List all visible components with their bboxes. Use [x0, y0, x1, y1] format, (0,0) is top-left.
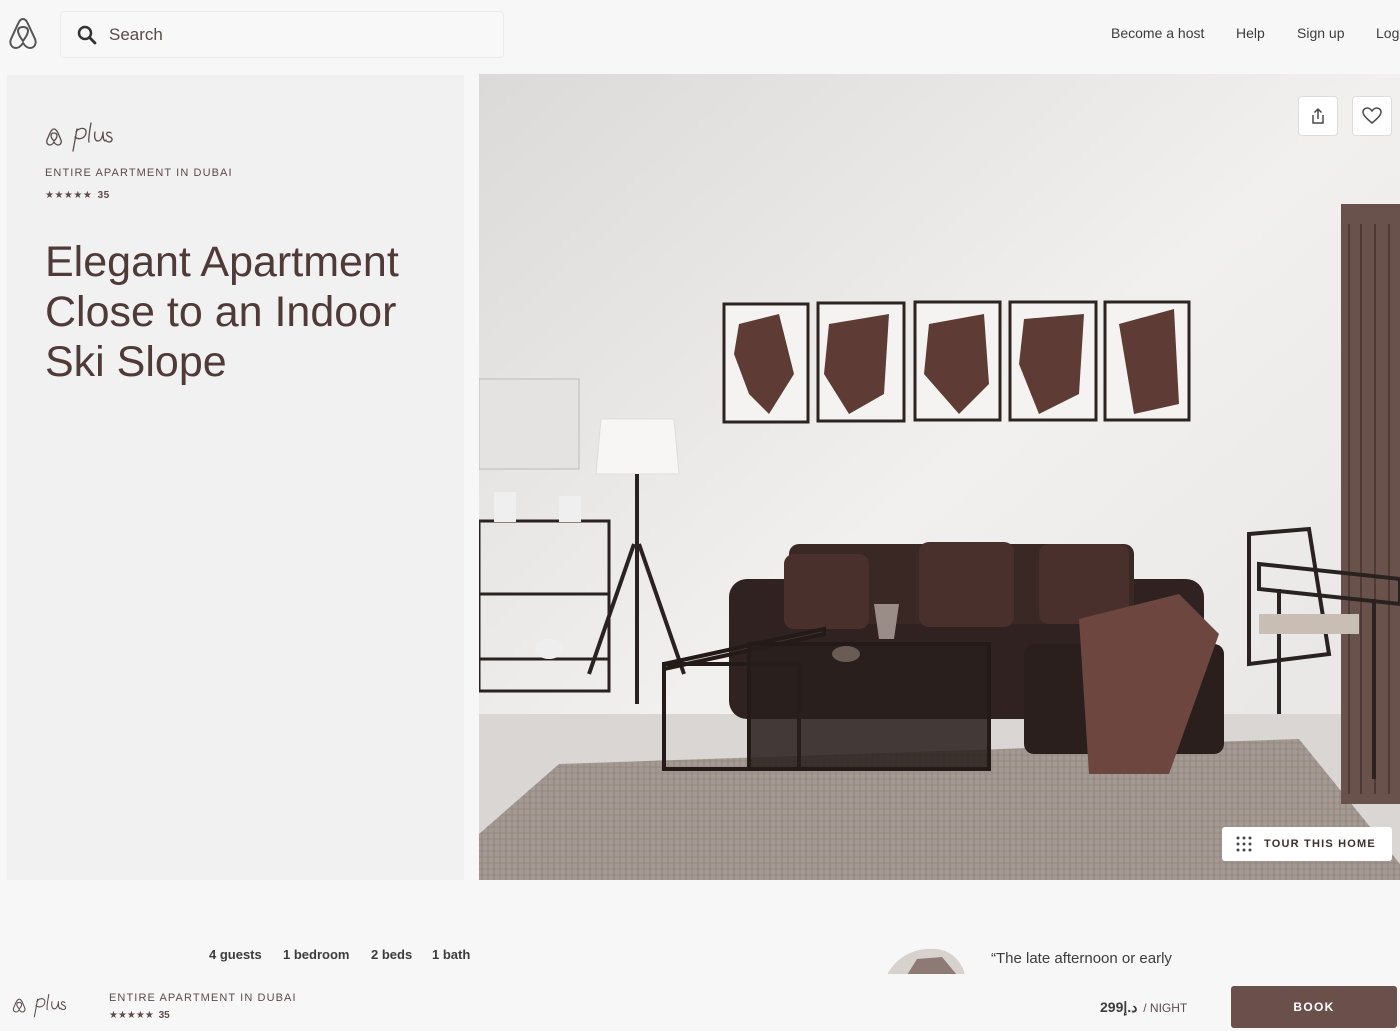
listing-title: Elegant Apartment Close to an Indoor Ski…: [45, 238, 399, 386]
nav-help[interactable]: Help: [1236, 25, 1265, 41]
star-rating-icon: ★★★★★: [45, 190, 93, 201]
tour-this-home-button[interactable]: TOUR THIS HOME: [1222, 827, 1392, 861]
bar-listing-kicker: ENTIRE APARTMENT IN DUBAI: [109, 992, 297, 1004]
star-rating-icon: ★★★★★: [109, 1010, 154, 1021]
search-box[interactable]: [60, 11, 504, 58]
share-button[interactable]: [1298, 96, 1338, 136]
living-room-photo: [479, 74, 1400, 880]
bar-review-count: 35: [158, 1010, 170, 1021]
listing-rating: ★★★★★ 35: [45, 190, 110, 201]
grid-dots-icon: [1236, 836, 1252, 852]
sticky-booking-bar: ENTIRE APARTMENT IN DUBAI ★★★★★ 35 299د.…: [0, 974, 1400, 1031]
fact-bedrooms: 1 bedroom: [283, 947, 350, 962]
heart-icon: [1362, 107, 1382, 124]
book-button[interactable]: BOOK: [1231, 986, 1397, 1028]
nav-become-host[interactable]: Become a host: [1111, 25, 1204, 41]
fact-baths: 1 bath: [432, 947, 471, 962]
listing-intro-panel: ENTIRE APARTMENT IN DUBAI ★★★★★ 35 Elega…: [7, 75, 464, 880]
fact-beds: 2 beds: [371, 947, 413, 962]
share-icon: [1312, 107, 1324, 124]
search-icon: [77, 25, 97, 45]
fact-guests: 4 guests: [209, 947, 262, 962]
tour-button-label: TOUR THIS HOME: [1264, 838, 1376, 850]
review-count: 35: [97, 190, 110, 201]
nightly-price: 299د.إ / NIGHT: [1100, 999, 1187, 1016]
top-header: Become a host Help Sign up Log in: [0, 0, 1400, 68]
price-amount: 299د.إ: [1100, 999, 1138, 1015]
nav-sign-up[interactable]: Sign up: [1297, 25, 1344, 41]
airbnb-plus-logo-icon: [46, 122, 113, 152]
airbnb-logo-icon[interactable]: [7, 16, 39, 50]
search-input[interactable]: [109, 22, 489, 48]
listing-hero-photo[interactable]: TOUR THIS HOME: [479, 74, 1400, 880]
price-unit: / NIGHT: [1143, 1001, 1188, 1015]
airbnb-plus-logo-icon: [12, 993, 67, 1018]
save-button[interactable]: [1352, 96, 1392, 136]
nav-log-in[interactable]: Log in: [1376, 25, 1400, 41]
host-quote: “The late afternoon or early: [991, 950, 1172, 967]
listing-kicker: ENTIRE APARTMENT IN DUBAI: [45, 167, 233, 179]
host-photo: [887, 947, 965, 975]
bar-listing-rating: ★★★★★ 35: [109, 1010, 170, 1021]
